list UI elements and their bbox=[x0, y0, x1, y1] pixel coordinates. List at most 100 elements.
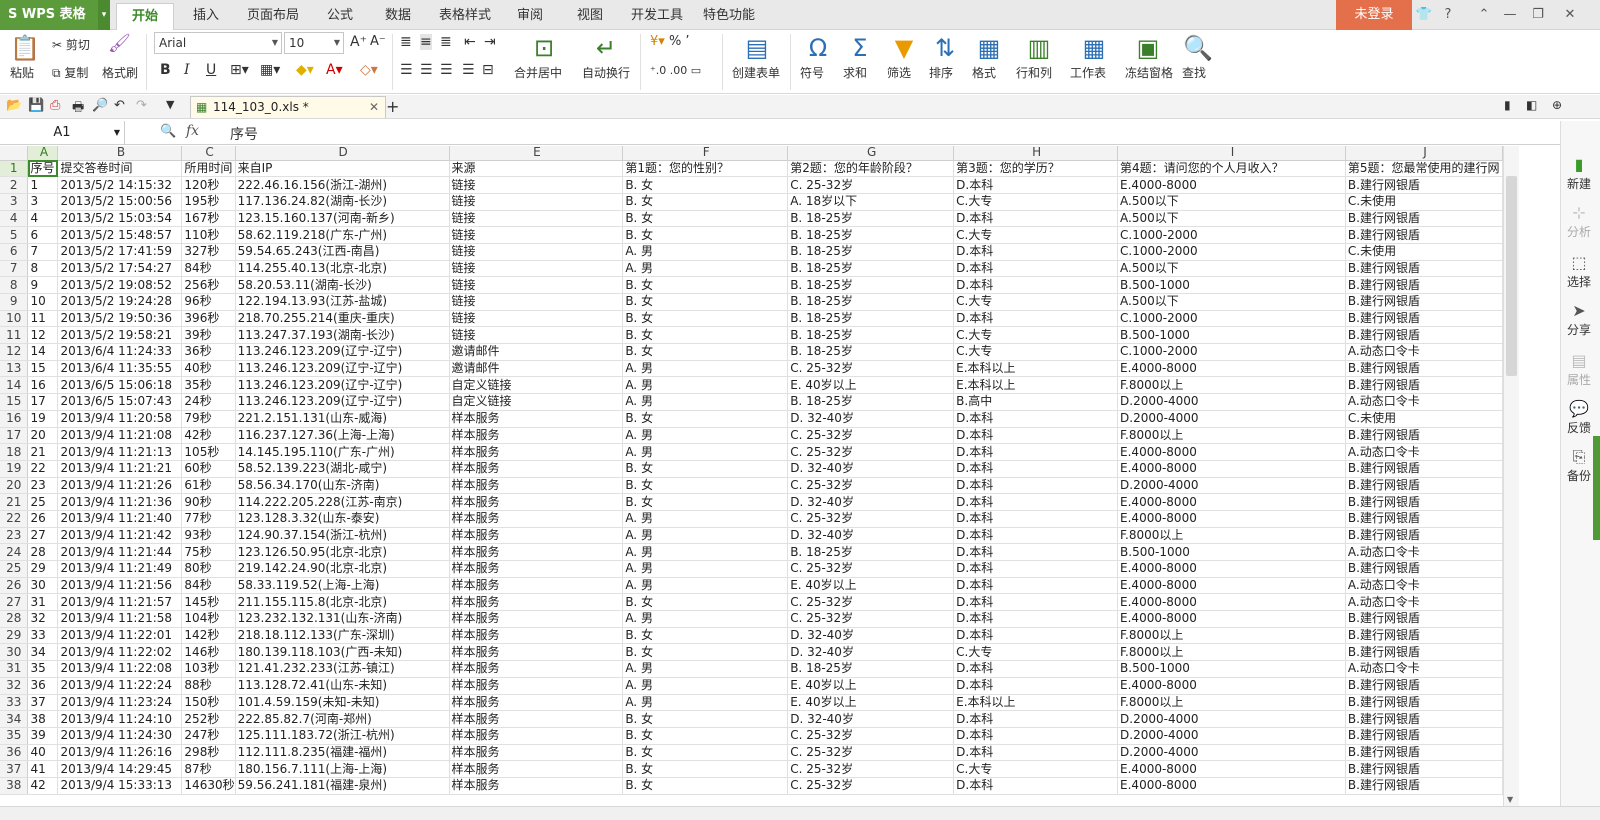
cell[interactable]: 125.111.183.72(浙江-杭州) bbox=[235, 727, 450, 745]
new-tab-icon[interactable]: + bbox=[386, 97, 399, 116]
bold-button[interactable]: B bbox=[160, 62, 171, 78]
cell[interactable]: 样本服务 bbox=[449, 427, 624, 445]
cell[interactable]: 6 bbox=[27, 226, 59, 244]
scroll-down-icon[interactable]: ▼ bbox=[1507, 795, 1513, 804]
cell[interactable]: A. 男 bbox=[622, 427, 789, 445]
cell[interactable]: B.建行网银盾 bbox=[1345, 510, 1503, 528]
cell[interactable]: B.建行网银盾 bbox=[1345, 293, 1503, 311]
cell[interactable]: A. 男 bbox=[622, 360, 789, 378]
cell[interactable]: C.1000-2000 bbox=[1117, 310, 1346, 328]
column-header[interactable]: B bbox=[57, 146, 183, 161]
cell[interactable]: D.本科 bbox=[953, 710, 1119, 728]
cell[interactable]: 链接 bbox=[449, 276, 624, 294]
cell[interactable]: B.500-1000 bbox=[1117, 276, 1346, 294]
cell[interactable]: A.500以下 bbox=[1117, 210, 1346, 228]
cell[interactable]: D.本科 bbox=[953, 410, 1119, 428]
cell[interactable]: B.建行网银盾 bbox=[1345, 276, 1503, 294]
row-header[interactable]: 37 bbox=[0, 760, 29, 778]
cell[interactable]: D.2000-4000 bbox=[1117, 710, 1346, 728]
cell[interactable]: 90秒 bbox=[181, 493, 236, 511]
rows-cols-icon[interactable]: ▥ bbox=[1024, 34, 1054, 62]
cell[interactable]: 7 bbox=[27, 243, 59, 261]
cell[interactable]: 2013/9/4 15:33:13 bbox=[57, 777, 183, 795]
cell[interactable]: 87秒 bbox=[181, 760, 236, 778]
open-icon[interactable]: 📂 bbox=[6, 98, 22, 113]
cell[interactable]: B.建行网银盾 bbox=[1345, 744, 1503, 762]
tab-features[interactable]: 特色功能 bbox=[700, 0, 758, 30]
cell[interactable]: 21 bbox=[27, 443, 59, 461]
cell[interactable]: 样本服务 bbox=[449, 627, 624, 645]
cell[interactable]: 2013/5/2 14:15:32 bbox=[57, 176, 183, 194]
cell[interactable]: A. 男 bbox=[622, 243, 789, 261]
cell[interactable]: B. 18-25岁 bbox=[787, 243, 955, 261]
cell[interactable]: D.本科 bbox=[953, 543, 1119, 561]
cell[interactable]: C. 25-32岁 bbox=[787, 510, 955, 528]
cell[interactable]: B.500-1000 bbox=[1117, 543, 1346, 561]
cell[interactable]: 2013/5/2 15:48:57 bbox=[57, 226, 183, 244]
cell[interactable]: E.4000-8000 bbox=[1117, 493, 1346, 511]
align-bottom-icon[interactable]: ≣ bbox=[440, 34, 452, 50]
cell[interactable]: 样本服务 bbox=[449, 510, 624, 528]
undo-icon[interactable]: ↶ bbox=[114, 98, 125, 113]
cell[interactable]: 第1题：您的性别？ bbox=[622, 160, 789, 178]
cell[interactable]: 113.246.123.209(辽宁-辽宁) bbox=[235, 360, 450, 378]
cell[interactable]: 218.18.112.133(广东-深圳) bbox=[235, 627, 450, 645]
cell[interactable]: D.本科 bbox=[953, 460, 1119, 478]
cell[interactable]: 113.246.123.209(辽宁-辽宁) bbox=[235, 393, 450, 411]
cell[interactable]: D. 32-40岁 bbox=[787, 627, 955, 645]
cell[interactable]: 样本服务 bbox=[449, 593, 624, 612]
cell[interactable]: C. 25-32岁 bbox=[787, 427, 955, 445]
sidebar-item-properties[interactable]: ▤ 属性 bbox=[1557, 351, 1600, 388]
cell[interactable]: 150秒 bbox=[181, 694, 236, 712]
cell[interactable]: B.高中 bbox=[953, 393, 1119, 411]
row-header[interactable]: 29 bbox=[0, 627, 29, 645]
cell[interactable]: 58.33.119.52(上海-上海) bbox=[235, 577, 450, 595]
cell[interactable]: 2013/5/2 15:00:56 bbox=[57, 193, 183, 211]
cell[interactable]: A. 男 bbox=[622, 577, 789, 595]
clear-icon[interactable]: ◇▾ bbox=[360, 62, 378, 78]
cell[interactable]: 3 bbox=[27, 193, 59, 211]
cell[interactable]: C. 25-32岁 bbox=[787, 727, 955, 745]
cell[interactable]: 样本服务 bbox=[449, 493, 624, 511]
tab-formula[interactable]: 公式 bbox=[320, 0, 360, 30]
cell[interactable]: 10 bbox=[27, 293, 59, 311]
cell[interactable]: B.建行网银盾 bbox=[1345, 326, 1503, 345]
cell[interactable]: 序号 bbox=[27, 160, 59, 178]
cell[interactable]: 样本服务 bbox=[449, 643, 624, 662]
cell[interactable]: 提交答卷时间 bbox=[57, 160, 183, 178]
cell[interactable]: 2013/9/4 11:24:30 bbox=[57, 727, 183, 745]
cell[interactable]: 112.111.8.235(福建-福州) bbox=[235, 744, 450, 762]
cell[interactable]: B.建行网银盾 bbox=[1345, 710, 1503, 728]
cell[interactable]: D.本科 bbox=[953, 276, 1119, 294]
cell[interactable]: C.大专 bbox=[953, 193, 1119, 211]
cell[interactable]: B.建行网银盾 bbox=[1345, 760, 1503, 778]
cell[interactable]: 42秒 bbox=[181, 427, 236, 445]
cell[interactable]: 2013/9/4 14:29:45 bbox=[57, 760, 183, 778]
cell[interactable]: 样本服务 bbox=[449, 543, 624, 561]
row-header[interactable]: 7 bbox=[0, 260, 29, 278]
cell[interactable]: B. 女 bbox=[622, 643, 789, 662]
cell[interactable]: 2013/9/4 11:22:01 bbox=[57, 627, 183, 645]
cell[interactable]: E.4000-8000 bbox=[1117, 760, 1346, 778]
cell[interactable]: D.2000-4000 bbox=[1117, 410, 1346, 428]
cell[interactable]: A.动态口令卡 bbox=[1345, 593, 1503, 612]
row-header[interactable]: 8 bbox=[0, 276, 29, 294]
close-tab-icon[interactable]: ✕ bbox=[369, 97, 379, 117]
cell[interactable]: D.本科 bbox=[953, 627, 1119, 645]
cell[interactable]: 2013/9/4 11:26:16 bbox=[57, 744, 183, 762]
cell[interactable]: 298秒 bbox=[181, 744, 236, 762]
cell[interactable]: B. 女 bbox=[622, 210, 789, 228]
row-header[interactable]: 12 bbox=[0, 343, 29, 361]
cell[interactable]: A. 男 bbox=[622, 610, 789, 628]
column-header[interactable]: G bbox=[787, 146, 955, 161]
cell[interactable]: 101.4.59.159(未知-未知) bbox=[235, 694, 450, 712]
cell[interactable]: C.1000-2000 bbox=[1117, 243, 1346, 261]
row-header[interactable]: 28 bbox=[0, 610, 29, 628]
cell[interactable]: D. 32-40岁 bbox=[787, 527, 955, 545]
cell[interactable]: 样本服务 bbox=[449, 610, 624, 628]
row-header[interactable]: 10 bbox=[0, 310, 29, 328]
cell[interactable]: 样本服务 bbox=[449, 710, 624, 728]
cell[interactable]: B. 女 bbox=[622, 477, 789, 495]
tab-table-style[interactable]: 表格样式 bbox=[436, 0, 494, 30]
filter-icon[interactable]: ▼ bbox=[889, 34, 919, 62]
